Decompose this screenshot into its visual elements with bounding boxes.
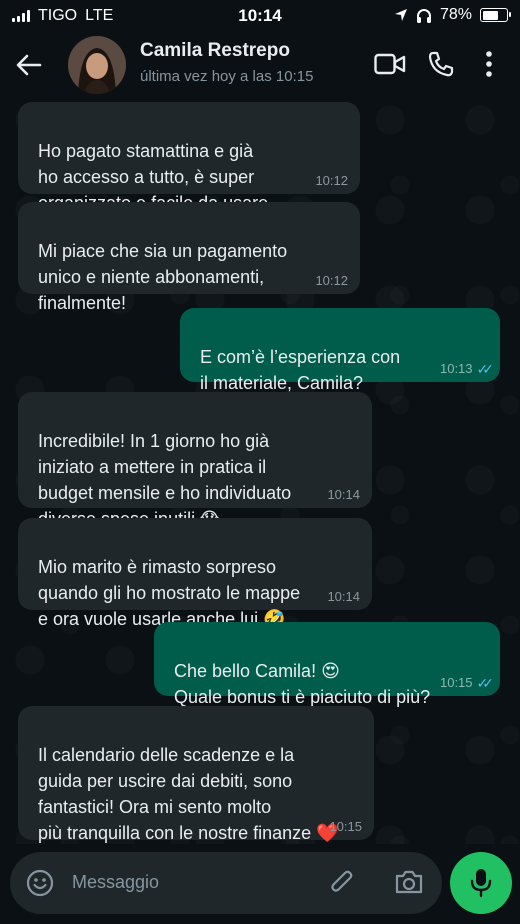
avatar-portrait [68, 36, 126, 94]
message-bubble[interactable]: Che bello Camila! 😍 Quale bonus ti è pia… [154, 622, 500, 707]
battery-icon [480, 8, 511, 22]
message-input-placeholder: Messaggio [72, 872, 160, 892]
message-meta: 10:13 ✓✓ [439, 361, 495, 377]
avatar[interactable] [68, 36, 126, 94]
message-bubble[interactable]: Il calendario delle scadenze e la guida … [18, 706, 374, 843]
battery-fill [482, 10, 499, 20]
headphones-icon [416, 8, 431, 23]
message-time: 10:12 [315, 173, 348, 188]
message-text: Il calendario delle scadenze e la guida … [38, 745, 339, 843]
message-time: 10:13 [439, 361, 473, 376]
message-bubble[interactable]: E com’è l’esperienza con il materiale, C… [180, 308, 500, 393]
message-bubble[interactable]: Mio marito è rimasto sorpreso quando gli… [18, 518, 372, 629]
message-meta: 10:12 [315, 274, 348, 288]
video-call-icon[interactable] [374, 52, 406, 76]
emoji-icon[interactable] [26, 869, 54, 897]
message-meta: 10:14 [327, 488, 360, 502]
message-time: 10:14 [327, 487, 360, 502]
read-ticks-icon: ✓✓ [476, 675, 495, 691]
message-meta: 10:14 [327, 590, 360, 604]
more-options-icon[interactable] [484, 50, 494, 78]
battery-percent: 78% [439, 6, 472, 23]
message-time: 10:15 [439, 675, 473, 690]
message-text: Incredibile! In 1 giorno ho già iniziato… [38, 431, 292, 529]
chat-header: Camila Restrepo última vez hoy a las 10:… [0, 32, 520, 98]
message-time: 10:12 [315, 273, 348, 288]
message-text: Mi piace che sia un pagamento unico e ni… [38, 241, 288, 313]
message-text: Mio marito è rimasto sorpreso quando gli… [38, 557, 301, 629]
message-bubble[interactable]: Incredibile! In 1 giorno ho già iniziato… [18, 392, 372, 529]
status-right: 78% [394, 6, 511, 24]
message-time: 10:14 [327, 589, 360, 604]
message-text: Che bello Camila! 😍 Quale bonus ti è pia… [174, 661, 431, 707]
message-meta: 10:12 [315, 174, 348, 188]
contact-name: Camila Restrepo [140, 40, 290, 61]
location-arrow-icon [394, 9, 407, 21]
attachment-icon[interactable] [328, 868, 356, 898]
phone-icon[interactable] [427, 50, 455, 78]
message-meta: 10:15 ✓✓ [439, 675, 495, 691]
message-input-field[interactable]: Messaggio [10, 852, 442, 914]
input-bar: Messaggio [0, 844, 520, 924]
message-bubble[interactable]: Ho pagato stamattina e già ho accesso a … [18, 102, 360, 213]
message-time: 10:15 [329, 819, 362, 834]
back-arrow-icon[interactable] [14, 50, 44, 80]
status-bar: TIGO LTE 10:14 78% [0, 0, 520, 32]
microphone-icon [470, 869, 492, 898]
contact-info[interactable]: Camila Restrepo última vez hoy a las 10:… [140, 40, 313, 85]
message-bubble[interactable]: Mi piace che sia un pagamento unico e ni… [18, 202, 360, 313]
last-seen: última vez hoy a las 10:15 [140, 68, 314, 85]
voice-message-button[interactable] [450, 852, 512, 914]
camera-icon[interactable] [394, 869, 424, 895]
message-list[interactable]: Ho pagato stamattina e già ho accesso a … [0, 98, 520, 844]
message-meta: 10:15 [329, 820, 362, 834]
read-ticks-icon: ✓✓ [476, 361, 495, 377]
message-text: E com’è l’esperienza con il materiale, C… [200, 347, 401, 393]
